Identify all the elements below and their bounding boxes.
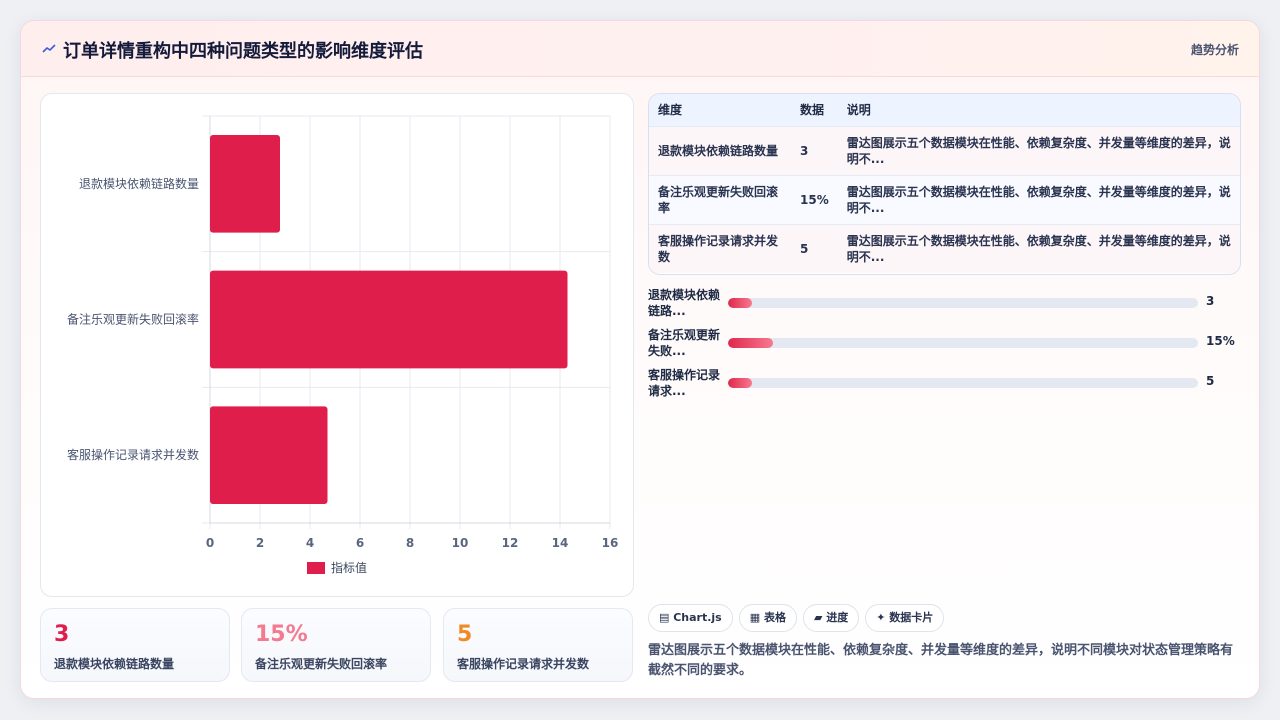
tag-table[interactable]: ▦ 表格 — [738, 604, 797, 632]
x-tick-label: 2 — [256, 536, 264, 550]
table-row: 退款模块依赖链路数量 3 雷达图展示五个数据模块在性能、依赖复杂度、并发量等维度… — [649, 126, 1240, 175]
y-tick-label: 退款模块依赖链路数量 — [79, 176, 199, 191]
kpi-value: 15% — [255, 622, 308, 647]
x-tick-label: 10 — [452, 536, 469, 550]
table-cell: 雷达图展示五个数据模块在性能、依赖复杂度、并发量等维度的差异，说明不... — [846, 184, 1231, 215]
kpi-value: 5 — [457, 622, 473, 647]
trend-analysis-label[interactable]: 趋势分析 — [1191, 41, 1239, 58]
legend-swatch — [307, 562, 325, 574]
bar-chart: 0 2 4 6 8 10 12 14 16 退款模块依赖链路数量备注乐观更新失败回滚率客服操作记录… — [67, 115, 619, 575]
progress-item: 退款模块依赖链路... 3 — [648, 287, 1241, 319]
tag-data-card[interactable]: ✦ 数据卡片 — [865, 604, 945, 632]
progress-value: 5 — [1206, 374, 1215, 388]
header-bar: 订单详情重构中四种问题类型的影响维度评估 趋势分析 — [21, 21, 1259, 77]
progress-track — [728, 298, 1198, 308]
bar — [210, 406, 328, 505]
table-cell: 客服操作记录请求并发数 — [658, 233, 779, 264]
x-tick-label: 0 — [206, 536, 214, 550]
table-row: 客服操作记录请求并发数 5 雷达图展示五个数据模块在性能、依赖复杂度、并发量等维… — [649, 224, 1240, 273]
x-tick-label: 16 — [602, 536, 619, 550]
bar-chart-panel: 0 2 4 6 8 10 12 14 16 退款模块依赖链路数量备注乐观更新失败回滚率 客服操作记录… — [40, 93, 634, 597]
kpi-label: 退款模块依赖链路数量 — [54, 657, 175, 671]
kpi-card-2: 15% 备注乐观更新失败回滚率 — [241, 608, 431, 682]
column-header: 说明 — [846, 103, 871, 118]
kpi-value: 3 — [54, 622, 70, 647]
column-header: 数据 — [800, 103, 825, 118]
x-tick-label: 14 — [552, 536, 569, 550]
page-title: 订单详情重构中四种问题类型的影响维度评估 — [63, 41, 423, 62]
trend-line-icon — [42, 44, 56, 53]
kpi-card-1: 3 退款模块依赖链路数量 — [40, 608, 230, 682]
table-cell: 15% — [800, 192, 829, 207]
tag-list: ▤ Chart.js ▦ 表格 ▰ 进度 ✦ 数据卡片 — [648, 604, 950, 632]
kpi-label: 客服操作记录请求并发数 — [457, 657, 590, 671]
x-tick-label: 4 — [306, 536, 314, 550]
progress-value: 15% — [1206, 334, 1235, 348]
column-header: 维度 — [658, 103, 683, 118]
y-tick-label: 备注乐观更新失败回滚率 — [67, 312, 199, 327]
x-tick-label: 8 — [406, 536, 414, 550]
progress-track — [728, 338, 1198, 348]
progress-label: 客服操作记录请求... — [648, 368, 721, 398]
table-cell: 5 — [800, 241, 809, 256]
progress-item: 客服操作记录请求... 5 — [648, 367, 1241, 399]
progress-item: 备注乐观更新失败... 15% — [648, 327, 1241, 359]
data-table: 维度 数据 说明 退款模块依赖链路数量 3 雷达图展示五个数据模块在性能、依赖复… — [648, 93, 1241, 275]
progress-label: 退款模块依赖链路... — [648, 288, 721, 318]
y-tick-label: 客服操作记录请求并发数 — [67, 447, 199, 462]
progress-fill — [728, 298, 752, 308]
footnote-text: 雷达图展示五个数据模块在性能、依赖复杂度、并发量等维度的差异，说明不同模块对状态… — [648, 643, 1234, 678]
table-cell: 备注乐观更新失败回滚率 — [658, 184, 779, 215]
progress-value: 3 — [1206, 294, 1215, 308]
kpi-label: 备注乐观更新失败回滚率 — [255, 657, 388, 671]
table-row: 备注乐观更新失败回滚率 15% 雷达图展示五个数据模块在性能、依赖复杂度、并发量… — [649, 175, 1240, 224]
legend-label: 指标值 — [331, 560, 367, 575]
bar — [210, 134, 280, 233]
kpi-card-3: 5 客服操作记录请求并发数 — [443, 608, 633, 682]
tag-progress[interactable]: ▰ 进度 — [802, 604, 860, 632]
table-cell: 3 — [800, 143, 809, 158]
progress-fill — [728, 378, 752, 388]
table-header-row: 维度 数据 说明 — [649, 94, 1240, 126]
progress-fill — [728, 338, 773, 348]
table-cell: 雷达图展示五个数据模块在性能、依赖复杂度、并发量等维度的差异，说明不... — [846, 233, 1231, 264]
table-cell: 雷达图展示五个数据模块在性能、依赖复杂度、并发量等维度的差异，说明不... — [846, 135, 1231, 166]
bar — [210, 270, 568, 369]
progress-label: 备注乐观更新失败... — [648, 328, 721, 358]
table-cell: 退款模块依赖链路数量 — [658, 143, 779, 158]
x-tick-label: 12 — [502, 536, 519, 550]
progress-track — [728, 378, 1198, 388]
x-tick-label: 6 — [356, 536, 364, 550]
tag-chartjs[interactable]: ▤ Chart.js — [648, 604, 733, 632]
dashboard-card: 订单详情重构中四种问题类型的影响维度评估 趋势分析 0 2 4 6 8 10 12 14 16 退… — [20, 20, 1260, 699]
